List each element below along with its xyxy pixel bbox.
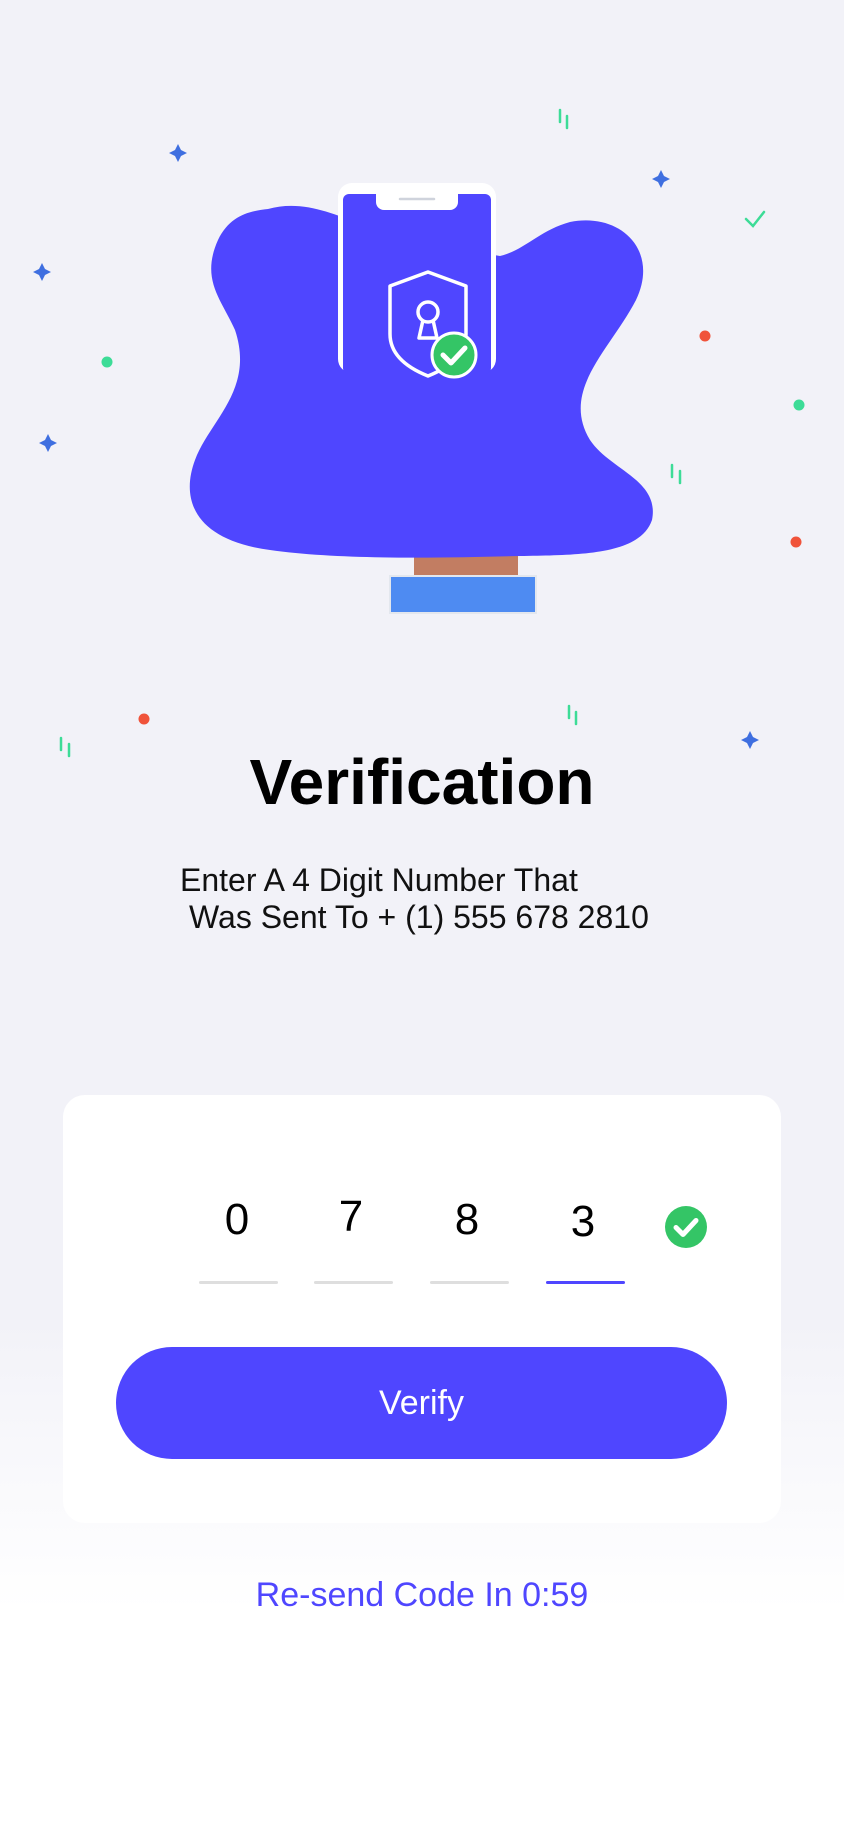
check-circle-icon	[665, 1206, 707, 1248]
sleeve-cuff	[389, 575, 537, 614]
code-digit-4[interactable]: 3	[543, 1197, 623, 1247]
shield-check-icon	[430, 331, 478, 379]
code-digit-3-underline	[430, 1281, 509, 1284]
verification-instructions: Enter A 4 Digit Number That Was Sent To …	[180, 862, 700, 936]
code-digit-1-underline	[199, 1281, 278, 1284]
confetti-dash	[670, 463, 682, 485]
confetti-star-icon	[652, 170, 670, 188]
confetti-star-icon	[33, 263, 51, 281]
code-digit-3[interactable]: 8	[427, 1195, 507, 1245]
confetti-dot	[101, 356, 113, 368]
code-digit-4-underline	[546, 1281, 625, 1284]
confetti-star-icon	[169, 144, 187, 162]
instructions-line-2: Was Sent To + (1) 555 678 2810	[189, 899, 649, 935]
verify-button[interactable]: Verify	[116, 1347, 727, 1459]
confetti-dash	[567, 704, 578, 726]
confetti-star-icon	[39, 434, 57, 452]
code-digit-2[interactable]: 7	[311, 1192, 391, 1242]
confetti-dot	[790, 536, 802, 548]
page-title: Verification	[249, 746, 595, 818]
confetti-dash	[558, 108, 569, 130]
confetti-check-icon	[744, 210, 766, 228]
instructions-line-1: Enter A 4 Digit Number That	[180, 862, 578, 898]
verification-illustration	[33, 108, 805, 758]
resend-code-link[interactable]: Re-send Code In 0:59	[0, 1576, 844, 1615]
code-digit-2-underline	[314, 1281, 393, 1284]
confetti-dot	[793, 399, 805, 411]
code-digit-1[interactable]: 0	[197, 1195, 277, 1245]
confetti-dot	[699, 330, 711, 342]
confetti-dot	[138, 713, 150, 725]
